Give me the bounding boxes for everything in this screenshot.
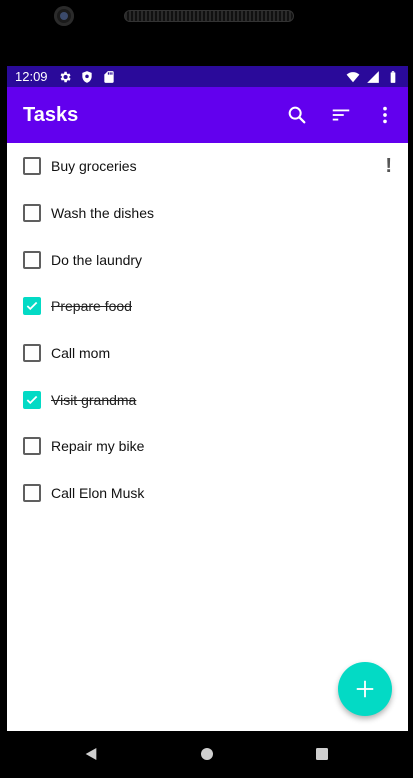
task-checkbox[interactable] [23,157,41,176]
task-row[interactable]: Prepare food [7,283,408,330]
status-bar: 12:09 [7,66,408,87]
battery-icon [390,70,396,83]
task-row[interactable]: Call mom [7,330,408,377]
system-nav-bar [0,731,413,778]
recents-icon[interactable] [314,746,330,762]
task-label: Repair my bike [51,438,145,455]
search-icon[interactable] [286,104,308,126]
task-list: Buy groceries ! Wash the dishes Do the l… [7,143,408,517]
task-row[interactable]: Repair my bike [7,423,408,470]
task-label: Wash the dishes [51,205,154,222]
task-label: Prepare food [51,298,132,315]
more-vert-icon[interactable] [374,104,396,126]
back-icon[interactable] [83,746,99,762]
task-checkbox[interactable] [23,250,41,269]
check-icon [26,302,38,311]
wifi-icon [346,71,360,82]
task-label: Buy groceries [51,158,137,175]
task-checkbox[interactable] [23,204,41,223]
app-screen: 12:09 Tasks Buy groceries ! Wash the dis… [7,66,408,731]
add-task-button[interactable] [338,662,392,716]
task-checkbox[interactable] [23,437,41,456]
task-row[interactable]: Buy groceries ! [7,143,408,190]
task-label: Visit grandma [51,391,137,408]
status-time: 12:09 [15,69,48,84]
settings-icon [60,71,71,82]
device-top-bezel [0,0,413,66]
task-row[interactable]: Wash the dishes [7,190,408,237]
signal-icon [367,70,379,83]
shield-icon [81,70,92,83]
task-row[interactable]: Visit grandma [7,376,408,423]
front-camera [54,6,74,26]
task-checkbox[interactable] [23,390,41,409]
task-label: Do the laundry [51,251,143,268]
page-title: Tasks [23,103,79,126]
sd-card-icon [103,70,114,83]
task-label: Call mom [51,345,111,362]
home-icon[interactable] [199,746,215,762]
task-checkbox[interactable] [23,484,41,503]
priority-marker: ! [385,155,392,177]
earpiece-speaker [124,10,294,22]
sort-icon[interactable] [330,104,352,126]
add-icon [356,680,374,698]
app-bar: Tasks [7,87,408,143]
task-checkbox[interactable] [23,344,41,363]
task-row[interactable]: Do the laundry [7,236,408,283]
task-label: Call Elon Musk [51,485,145,502]
task-row[interactable]: Call Elon Musk [7,470,408,517]
task-checkbox[interactable] [23,297,41,316]
check-icon [26,395,38,404]
